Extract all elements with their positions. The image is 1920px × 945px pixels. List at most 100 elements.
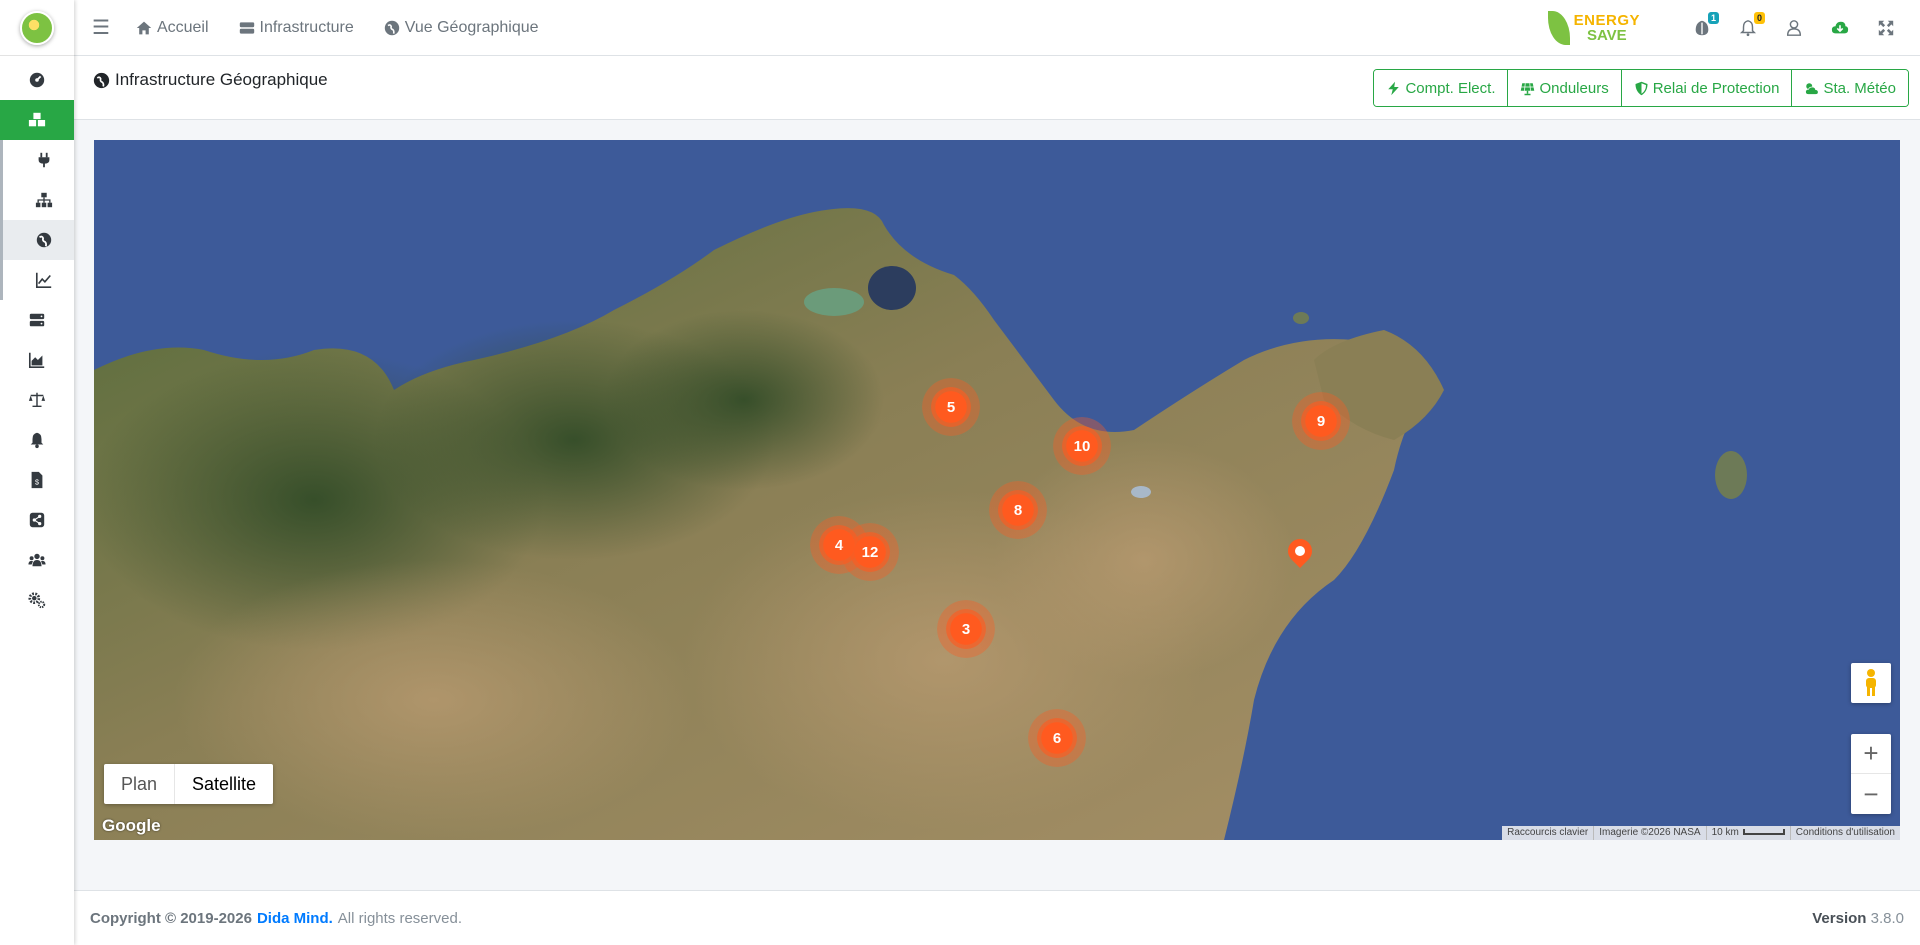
inverters-button-label: Onduleurs (1539, 79, 1609, 97)
content-header: Infrastructure Géographique Compt. Elect… (74, 56, 1920, 120)
map-type-satellite-button[interactable]: Satellite (175, 764, 273, 804)
copyright-text: Copyright © 2019-2026 (90, 909, 252, 927)
sidebar-item-hierarchy[interactable] (0, 180, 74, 220)
imagery-credit: Imagerie ©2026 NASA (1593, 826, 1705, 840)
sidebar-item-plug[interactable] (0, 140, 74, 180)
menu-toggle-icon[interactable]: ☰ (92, 15, 110, 40)
server-icon (239, 21, 254, 34)
sidebar-item-invoices[interactable]: $ (0, 460, 74, 500)
balance-scale-icon (28, 392, 46, 408)
user-icon (1786, 20, 1802, 36)
map-type-plan-button[interactable]: Plan (104, 764, 176, 804)
meters-button-label: Compt. Elect. (1405, 79, 1496, 97)
cogs-icon (28, 592, 46, 609)
scale-bar (1742, 829, 1785, 836)
solar-panel-icon (1521, 82, 1535, 95)
server-icon (29, 313, 45, 327)
nav-link-geographic-label: Vue Géographique (404, 18, 539, 36)
cluster-marker[interactable]: 8 (989, 481, 1047, 539)
user-menu-button[interactable] (1784, 18, 1804, 38)
line-chart-icon (35, 272, 51, 289)
sidebar-item-infrastructure[interactable] (0, 100, 74, 140)
nav-link-infrastructure-label: Infrastructure (259, 18, 354, 36)
sidebar-item-balance[interactable] (0, 380, 74, 420)
version-number: 3.8.0 (1870, 909, 1904, 927)
messages-badge: 1 (1707, 12, 1719, 24)
sidebar-item-servers[interactable] (0, 300, 74, 340)
leaf-icon (1547, 11, 1570, 45)
zoom-control: + − (1851, 734, 1891, 814)
globe-icon (384, 20, 399, 35)
nav-link-home[interactable]: Accueil (136, 19, 209, 37)
plug-icon (38, 152, 49, 168)
inverters-button[interactable]: Onduleurs (1508, 70, 1622, 106)
sidebar-item-settings[interactable] (0, 580, 74, 620)
cluster-marker[interactable]: 9 (1292, 392, 1350, 450)
sidebar-item-users[interactable] (0, 540, 74, 580)
cloud-download-button[interactable] (1830, 18, 1850, 38)
area-chart-icon (28, 352, 45, 369)
device-type-buttons: Compt. Elect. Onduleurs Relai de Protect… (1373, 69, 1909, 107)
nav-link-infrastructure[interactable]: Infrastructure (239, 19, 354, 37)
svg-text:$: $ (35, 478, 39, 487)
share-icon (29, 512, 45, 528)
google-logo: Google (102, 816, 161, 835)
footer: Copyright © 2019-2026 Dida Mind. All rig… (74, 890, 1920, 945)
fullscreen-button[interactable] (1876, 18, 1896, 38)
cloud-download-icon (1831, 21, 1849, 34)
brand-line-1: ENERGY (1573, 12, 1640, 29)
scale-indicator[interactable]: 10 km (1705, 826, 1790, 840)
company-link[interactable]: Dida Mind. (257, 910, 333, 927)
zoom-in-button[interactable]: + (1851, 734, 1891, 774)
nav-link-geographic[interactable]: Vue Géographique (384, 19, 539, 37)
globe-icon (93, 72, 110, 88)
cluster-marker[interactable]: 12 (841, 523, 899, 581)
version-info: Version 3.8.0 (1812, 910, 1904, 927)
sidebar-item-geographic[interactable] (0, 220, 74, 260)
sidebar-item-dashboard[interactable] (0, 60, 74, 100)
expand-icon (1878, 20, 1894, 36)
sidebar-item-area-chart[interactable] (0, 340, 74, 380)
cluster-marker[interactable]: 3 (937, 600, 995, 658)
zoom-out-button[interactable]: − (1851, 774, 1891, 814)
bolt-icon (1388, 81, 1400, 95)
street-view-pegman[interactable] (1851, 663, 1891, 703)
meters-button[interactable]: Compt. Elect. (1374, 70, 1509, 106)
topbar: ☰ Accueil Infrastructure Vue Géographiqu… (74, 0, 1920, 56)
cluster-marker[interactable]: 6 (1028, 709, 1086, 767)
notifications-badge: 0 (1753, 12, 1765, 24)
bell-icon (30, 432, 44, 449)
terms-link[interactable]: Conditions d'utilisation (1789, 826, 1900, 840)
pegman-icon (1866, 669, 1876, 696)
brand[interactable] (0, 0, 74, 56)
users-icon (28, 553, 46, 567)
invoice-icon: $ (31, 471, 43, 489)
shield-icon (1635, 81, 1648, 95)
weather-station-button-label: Sta. Météo (1823, 79, 1896, 97)
rights-text: All rights reserved. (337, 909, 462, 927)
protection-relay-button[interactable]: Relai de Protection (1621, 70, 1793, 106)
app-logo[interactable] (20, 10, 54, 45)
weather-station-button[interactable]: Sta. Météo (1792, 70, 1908, 106)
sidebar-item-alerts[interactable] (0, 420, 74, 460)
page-title: Infrastructure Géographique (93, 70, 328, 90)
nav-link-home-label: Accueil (156, 18, 209, 36)
version-label: Version (1812, 909, 1867, 927)
sidebar-item-share[interactable] (0, 500, 74, 540)
protection-relay-button-label: Relai de Protection (1652, 79, 1780, 97)
notifications-button[interactable]: 0 (1738, 12, 1765, 38)
scale-label: 10 km (1711, 827, 1739, 838)
dashboard-icon (29, 72, 45, 88)
sidebar-item-line-chart[interactable] (0, 260, 74, 300)
sidebar: $ (0, 0, 74, 945)
cloud-sun-icon (1805, 82, 1820, 95)
messages-button[interactable]: 1 (1692, 12, 1719, 38)
satellite-map[interactable]: 5 10 9 8 4 12 3 6 Plan Satellite Google … (94, 140, 1900, 840)
map-type-control: Plan Satellite (104, 764, 274, 804)
globe-icon (36, 232, 51, 248)
keyboard-shortcuts-link[interactable]: Raccourcis clavier (1502, 826, 1593, 840)
brand-line-2: SAVE (1586, 27, 1627, 44)
page-title-text: Infrastructure Géographique (115, 70, 328, 89)
cluster-marker[interactable]: 5 (922, 378, 980, 436)
cluster-marker[interactable]: 10 (1053, 417, 1111, 475)
